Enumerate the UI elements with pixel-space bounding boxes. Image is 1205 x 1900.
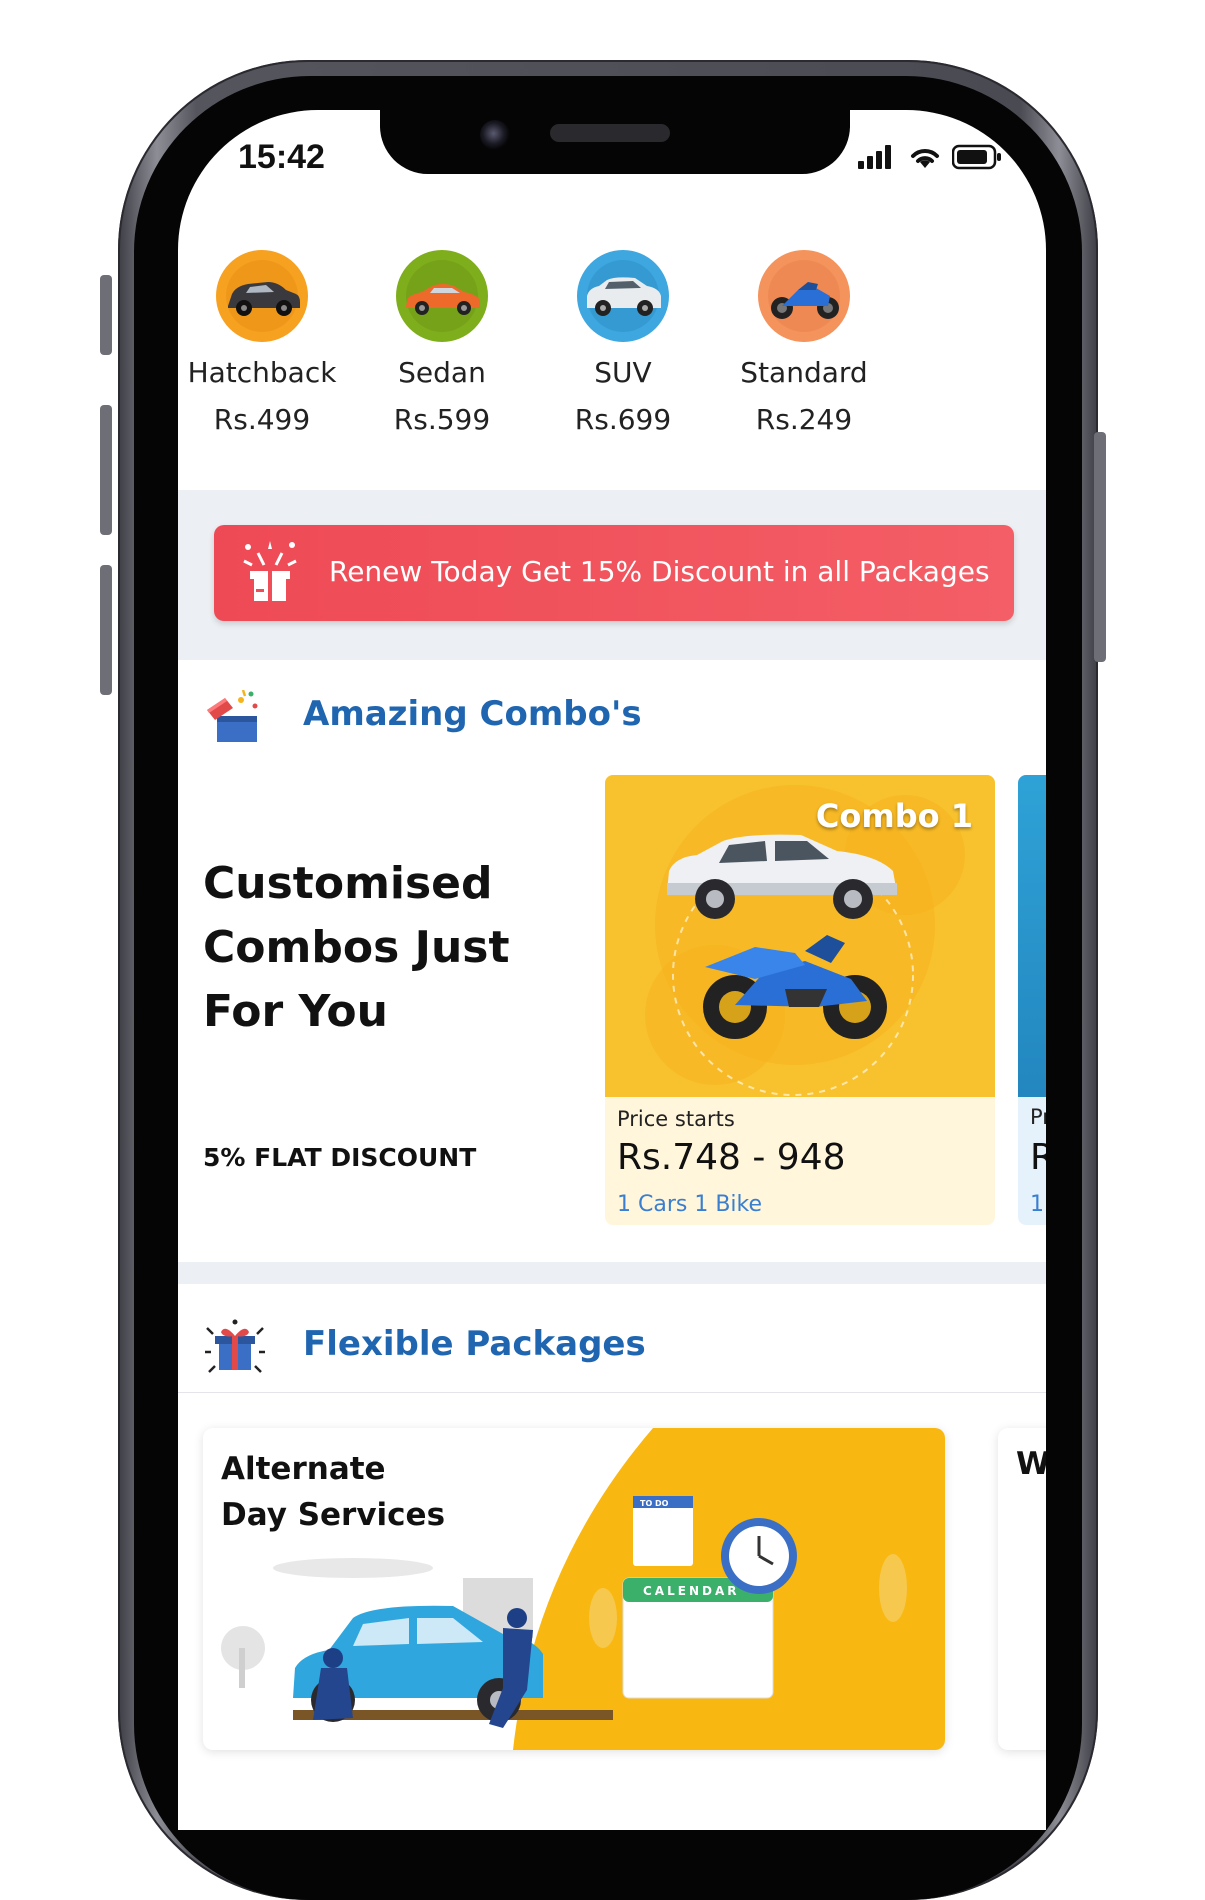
combo-price: R — [1030, 1137, 1046, 1178]
flexible-title: Flexible Packages — [303, 1324, 646, 1364]
combo-card-2[interactable]: Pr R 1 — [1018, 775, 1046, 1225]
vehicle-category-standard[interactable]: Standard Rs.249 — [704, 250, 904, 436]
battery-icon — [952, 144, 1001, 170]
status-time: 15:42 — [238, 138, 325, 176]
combo-card-illustration — [1018, 775, 1046, 1097]
calendar-text: CALENDAR — [643, 1584, 739, 1598]
section-divider — [178, 1262, 1046, 1284]
vehicle-name: Sedan — [398, 356, 486, 389]
volume-up-button — [100, 405, 112, 535]
combos-title: Amazing Combo's — [303, 694, 642, 734]
vehicle-category-suv[interactable]: SUV Rs.699 — [523, 250, 723, 436]
combo-price-label: Price starts — [617, 1107, 735, 1131]
vehicle-name: SUV — [594, 356, 652, 389]
package-card-2[interactable]: W — [998, 1428, 1046, 1750]
mute-switch — [100, 275, 112, 355]
combo-label: Combo 1 — [815, 797, 973, 835]
combo-detail: 1 — [1030, 1192, 1044, 1217]
vehicle-price: Rs.249 — [755, 403, 853, 436]
vehicle-category-hatchback[interactable]: Hatchback Rs.499 — [178, 250, 362, 436]
todo-text: TO DO — [640, 1499, 669, 1508]
front-camera — [480, 120, 510, 150]
hatchback-car-icon — [216, 250, 308, 342]
combo-detail: 1 Cars 1 Bike — [617, 1192, 763, 1217]
power-button — [1094, 432, 1106, 662]
vehicle-category-sedan[interactable]: Sedan Rs.599 — [342, 250, 542, 436]
combo-card-illustration: Combo 1 — [605, 775, 995, 1097]
package-card-alternate-day[interactable]: Alternate Day Services TO DO CALENDAR — [203, 1428, 945, 1750]
gift-celebration-icon — [205, 1319, 265, 1373]
combo-card-1[interactable]: Combo 1 Price starts Rs.748 - 948 1 Cars… — [605, 775, 995, 1225]
combos-tagline: Customised Combos Just For You — [203, 858, 510, 1037]
open-gift-box-icon — [207, 689, 258, 742]
package-title: W — [1016, 1446, 1046, 1482]
promo-text: Renew Today Get 15% Discount in all Pack… — [329, 555, 990, 588]
combo-price: Rs.748 - 948 — [617, 1137, 846, 1178]
volume-down-button — [100, 565, 112, 695]
suv-car-icon — [577, 250, 669, 342]
cellular-signal-icon — [858, 145, 891, 169]
flexible-section-header: Flexible Packages — [203, 1318, 646, 1382]
car-service-illustration: TO DO CALENDAR — [221, 1428, 945, 1750]
wifi-icon — [911, 149, 939, 168]
vehicle-name: Hatchback — [187, 356, 337, 389]
combos-section-header: Amazing Combo's — [203, 689, 642, 750]
vehicle-price: Rs.599 — [393, 403, 491, 436]
status-icons — [858, 144, 1002, 170]
earpiece-speaker — [550, 124, 670, 142]
gift-burst-icon — [243, 541, 297, 601]
motorbike-icon — [758, 250, 850, 342]
vehicle-name: Standard — [740, 356, 868, 389]
renew-discount-banner[interactable]: Renew Today Get 15% Discount in all Pack… — [214, 525, 1014, 621]
vehicle-price: Rs.699 — [574, 403, 672, 436]
section-divider-line — [178, 1392, 1046, 1393]
combo-price-label: Pr — [1030, 1105, 1046, 1129]
sedan-car-icon — [396, 250, 488, 342]
combos-discount: 5% FLAT DISCOUNT — [203, 1143, 477, 1172]
vehicle-price: Rs.499 — [213, 403, 311, 436]
app-screen: Hatchback Rs.499 Sedan Rs.599 SUV Rs.699… — [178, 110, 1046, 1830]
